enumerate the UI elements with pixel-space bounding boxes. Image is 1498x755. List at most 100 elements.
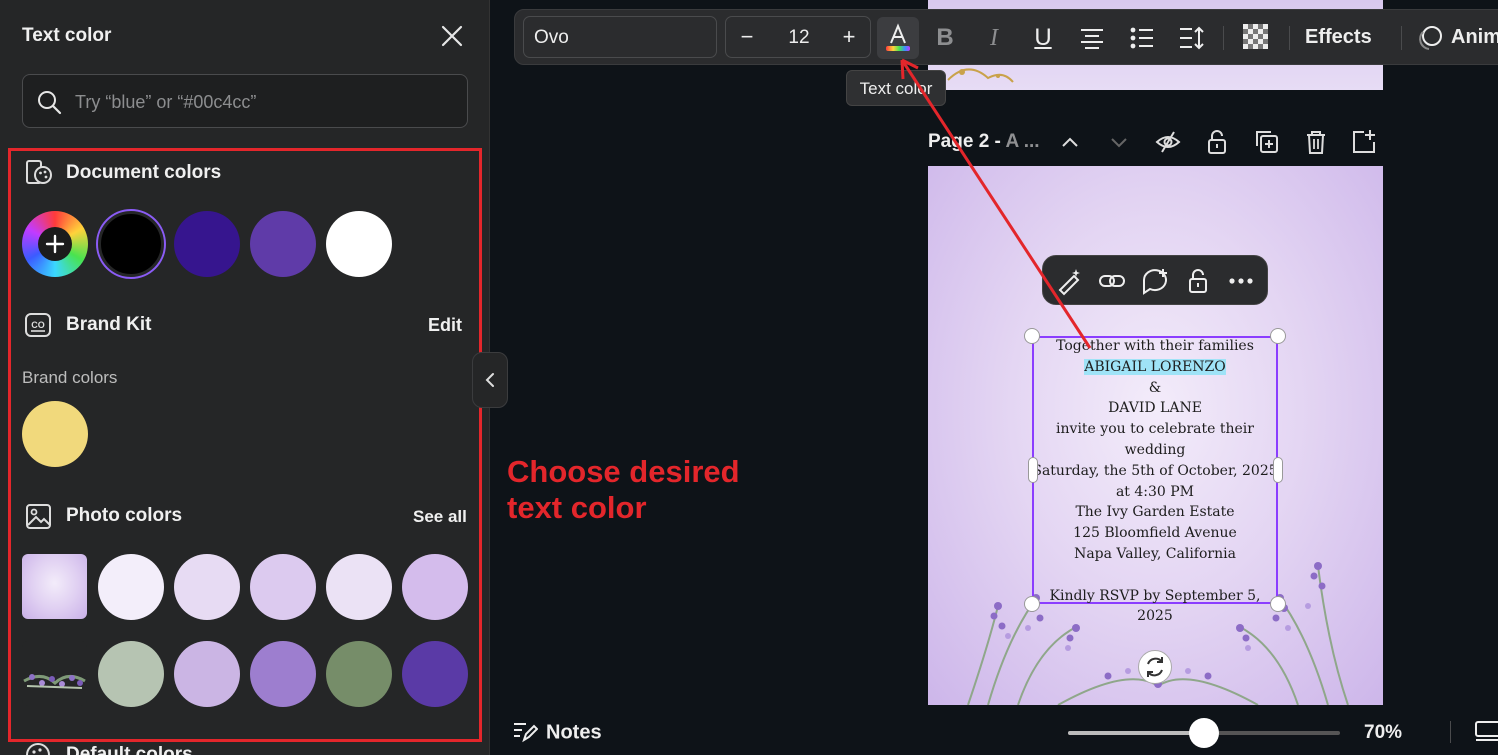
invitation-line <box>1032 565 1278 586</box>
collapse-panel-button[interactable] <box>472 352 508 408</box>
page-label-title: A ... <box>1005 131 1040 152</box>
text-color-panel: Text color Document colors CO Brand Kit … <box>0 0 490 755</box>
resize-handle-bottom-right[interactable] <box>1270 596 1286 612</box>
more-options-icon[interactable] <box>1226 266 1256 296</box>
default-colors-icon <box>26 743 50 755</box>
text-color-tooltip: Text color <box>846 70 946 106</box>
invitation-line: at 4:30 PM <box>1115 483 1195 500</box>
photo-colors-see-all-link[interactable]: See all <box>413 507 467 527</box>
selected-text[interactable]: ABIGAIL LORENZO <box>1084 358 1226 375</box>
animate-button[interactable]: Anim <box>1451 26 1498 49</box>
resize-handle-left[interactable] <box>1028 457 1038 483</box>
font-size-control: − 12 + <box>725 16 871 58</box>
line-spacing-icon <box>1180 26 1204 50</box>
font-family-selector[interactable]: Ovo <box>523 16 717 58</box>
notes-button[interactable]: Notes <box>512 721 602 745</box>
zoom-percentage[interactable]: 70% <box>1364 722 1402 744</box>
effects-button[interactable]: Effects <box>1305 26 1372 49</box>
photo-thumbnail-lavender[interactable] <box>22 641 87 706</box>
page-title[interactable]: Page 2 - A ... <box>928 131 1040 153</box>
font-size-value[interactable]: 12 <box>774 27 824 49</box>
notes-label: Notes <box>546 721 602 744</box>
photo-color-swatch[interactable] <box>326 554 392 620</box>
add-page-icon[interactable] <box>1350 128 1378 156</box>
alignment-button[interactable] <box>1072 18 1112 58</box>
palette-document-icon <box>26 160 52 184</box>
align-center-icon <box>1081 29 1103 49</box>
add-color-button[interactable] <box>22 211 88 277</box>
element-context-toolbar <box>1042 255 1268 305</box>
document-color-swatch[interactable] <box>174 211 240 277</box>
transparency-icon <box>1243 24 1268 49</box>
document-color-swatch[interactable] <box>250 211 316 277</box>
toolbar-divider <box>1401 26 1402 50</box>
photo-color-swatch[interactable] <box>326 641 392 707</box>
brand-colors-label: Brand colors <box>22 368 118 387</box>
link-icon[interactable] <box>1097 266 1127 296</box>
document-color-swatch[interactable] <box>326 211 392 277</box>
bottom-status-bar: Notes 70% <box>490 705 1498 755</box>
delete-page-icon[interactable] <box>1302 128 1330 156</box>
underline-button[interactable]: U <box>1023 18 1063 58</box>
zoom-slider-fill <box>1068 731 1204 735</box>
close-button[interactable] <box>438 22 466 50</box>
photo-color-swatch[interactable] <box>98 554 164 620</box>
resize-handle-bottom-left[interactable] <box>1024 596 1040 612</box>
decrease-font-size-button[interactable]: − <box>732 23 762 53</box>
chevron-down-icon[interactable] <box>1105 128 1133 156</box>
zoom-slider-thumb[interactable] <box>1189 718 1219 748</box>
lock-icon[interactable] <box>1203 128 1231 156</box>
magic-edit-icon[interactable] <box>1054 266 1084 296</box>
chevron-left-icon <box>485 373 494 387</box>
invitation-line: ABIGAIL LORENZO <box>1032 357 1278 378</box>
resize-handle-top-left[interactable] <box>1024 328 1040 344</box>
document-color-swatch[interactable] <box>98 211 164 277</box>
svg-text:CO: CO <box>31 320 45 330</box>
photo-color-swatch[interactable] <box>402 554 468 620</box>
text-color-button[interactable] <box>877 17 919 59</box>
photo-color-swatch[interactable] <box>250 554 316 620</box>
invitation-line: Together with their families <box>1056 338 1254 354</box>
lock-icon[interactable] <box>1183 266 1213 296</box>
italic-button[interactable]: I <box>974 18 1014 58</box>
photo-colors-title: Photo colors <box>66 505 183 526</box>
invitation-line: Kindly RSVP by September 5, 2025 <box>1049 587 1261 625</box>
annotation-text: Choose desired text color <box>507 454 740 525</box>
photo-thumbnail-background[interactable] <box>22 554 87 619</box>
bullet-list-icon <box>1130 27 1153 49</box>
list-button[interactable] <box>1122 18 1162 58</box>
bold-button[interactable]: B <box>925 18 965 58</box>
chevron-up-icon[interactable] <box>1056 128 1084 156</box>
plus-icon <box>45 234 65 254</box>
text-color-icon <box>886 23 910 51</box>
search-icon <box>38 91 62 115</box>
photo-color-swatch[interactable] <box>98 641 164 707</box>
increase-font-size-button[interactable]: + <box>834 23 864 53</box>
photo-color-swatch[interactable] <box>174 641 240 707</box>
resize-handle-right[interactable] <box>1273 457 1283 483</box>
photo-color-swatch[interactable] <box>250 641 316 707</box>
close-icon <box>441 25 463 47</box>
grid-view-icon[interactable] <box>1474 719 1498 745</box>
default-colors-title: Default colors <box>66 744 193 755</box>
comment-icon[interactable] <box>1140 266 1170 296</box>
invitation-line: The Ivy Garden Estate <box>1075 504 1235 521</box>
underline-icon: U <box>1034 24 1052 51</box>
invitation-line: 125 Bloomfield Avenue <box>1073 525 1237 542</box>
spacing-button[interactable] <box>1172 18 1212 58</box>
document-colors-title: Document colors <box>66 162 222 183</box>
search-input[interactable] <box>75 87 455 117</box>
photo-color-swatch[interactable] <box>402 641 468 707</box>
search-box[interactable] <box>22 74 468 128</box>
invitation-text[interactable]: Together with their families ABIGAIL LOR… <box>1032 336 1278 627</box>
invitation-line: invite you to celebrate their wedding <box>1056 421 1254 458</box>
rotate-button[interactable] <box>1138 650 1172 684</box>
transparency-button[interactable] <box>1237 18 1277 58</box>
duplicate-page-icon[interactable] <box>1253 128 1281 156</box>
hide-page-icon[interactable] <box>1154 128 1182 156</box>
photo-color-swatch[interactable] <box>174 554 240 620</box>
brand-color-swatch[interactable] <box>22 401 88 467</box>
resize-handle-top-right[interactable] <box>1270 328 1286 344</box>
brand-kit-edit-link[interactable]: Edit <box>428 315 462 336</box>
text-toolbar: Ovo − 12 + B I U Effects Anim <box>514 9 1498 65</box>
